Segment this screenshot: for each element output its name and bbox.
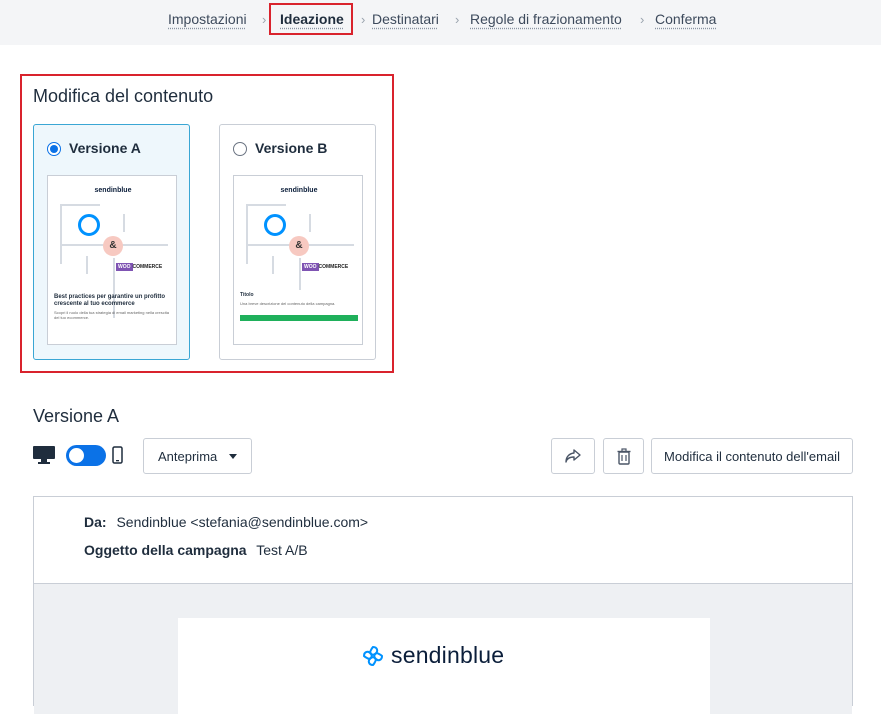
woocommerce-logo: WOO COMMERCE bbox=[302, 263, 349, 271]
email-preview: Da: Sendinblue <stefania@sendinblue.com>… bbox=[33, 496, 853, 718]
subject-value: Test A/B bbox=[256, 542, 308, 558]
share-button[interactable] bbox=[551, 438, 595, 474]
version-a-thumbnail[interactable]: sendinblue & WOO COMMERCE Best practices … bbox=[47, 175, 177, 345]
thumbnail-headline: Best practices per garantire un profitto… bbox=[54, 294, 166, 307]
thumbnail-headline: Titolo bbox=[240, 292, 254, 298]
thumbnail-body: Una breve descrizione del contenuto dell… bbox=[240, 301, 336, 306]
woocommerce-logo: WOO COMMERCE bbox=[116, 263, 163, 271]
device-toggle[interactable] bbox=[66, 445, 106, 466]
content-section-title: Modifica del contenuto bbox=[33, 86, 214, 106]
chevron-right-icon: › bbox=[262, 12, 267, 27]
share-icon bbox=[565, 449, 581, 463]
sendinblue-logo-icon bbox=[78, 214, 100, 236]
version-b-label: Versione B bbox=[255, 140, 328, 156]
step-destinatari[interactable]: Destinatari bbox=[372, 11, 439, 27]
subject-label: Oggetto della campagna bbox=[84, 542, 247, 558]
chevron-right-icon: › bbox=[640, 12, 645, 27]
edit-email-content-button[interactable]: Modifica il contenuto dell'email bbox=[651, 438, 853, 474]
from-label: Da: bbox=[84, 514, 107, 530]
email-canvas: sendinblue bbox=[178, 618, 710, 718]
thumbnail-body: Scopri il ruolo della tua strategia di e… bbox=[54, 310, 169, 320]
wizard-stepper: Impostazioni › Ideazione › Destinatari ›… bbox=[0, 0, 881, 45]
email-body: sendinblue bbox=[34, 584, 852, 718]
subject-row: Oggetto della campagna Test A/B bbox=[84, 542, 308, 558]
mobile-icon[interactable] bbox=[112, 446, 123, 464]
sendinblue-logo-icon bbox=[362, 645, 384, 666]
brand-name: sendinblue bbox=[391, 642, 505, 668]
from-row: Da: Sendinblue <stefania@sendinblue.com> bbox=[84, 514, 368, 530]
thumbnail-logo: sendinblue bbox=[280, 187, 318, 194]
step-impostazioni[interactable]: Impostazioni bbox=[168, 11, 247, 27]
version-b-card[interactable]: Versione B sendinblue & WOO COMMERCE Tito… bbox=[219, 124, 376, 360]
version-b-radio[interactable] bbox=[233, 142, 247, 156]
desktop-icon[interactable] bbox=[32, 445, 56, 465]
chevron-right-icon: › bbox=[455, 12, 460, 27]
ampersand-icon: & bbox=[103, 236, 123, 256]
preview-title: Versione A bbox=[33, 406, 120, 426]
chevron-right-icon: › bbox=[361, 12, 366, 27]
ampersand-icon: & bbox=[289, 236, 309, 256]
thumbnail-logo: sendinblue bbox=[94, 187, 132, 194]
step-conferma[interactable]: Conferma bbox=[655, 11, 716, 27]
version-a-card[interactable]: Versione A sendinblue & WOO COMMERCE Best… bbox=[33, 124, 190, 360]
version-a-label: Versione A bbox=[69, 140, 141, 156]
delete-button[interactable] bbox=[603, 438, 644, 474]
brand-logo: sendinblue bbox=[361, 642, 504, 669]
preview-dropdown-label: Anteprima bbox=[158, 448, 218, 464]
step-ideazione[interactable]: Ideazione bbox=[280, 11, 344, 27]
chevron-down-icon bbox=[229, 454, 237, 459]
preview-dropdown[interactable]: Anteprima bbox=[143, 438, 252, 474]
from-value: Sendinblue <stefania@sendinblue.com> bbox=[116, 514, 369, 530]
version-b-thumbnail[interactable]: sendinblue & WOO COMMERCE Titolo Una brev… bbox=[233, 175, 363, 345]
thumbnail-cta-button bbox=[240, 315, 358, 321]
trash-icon bbox=[617, 447, 630, 465]
social-icons bbox=[274, 341, 324, 344]
step-regole-frazionamento[interactable]: Regole di frazionamento bbox=[470, 11, 622, 27]
sendinblue-logo-icon bbox=[264, 214, 286, 236]
version-a-radio[interactable] bbox=[47, 142, 61, 156]
